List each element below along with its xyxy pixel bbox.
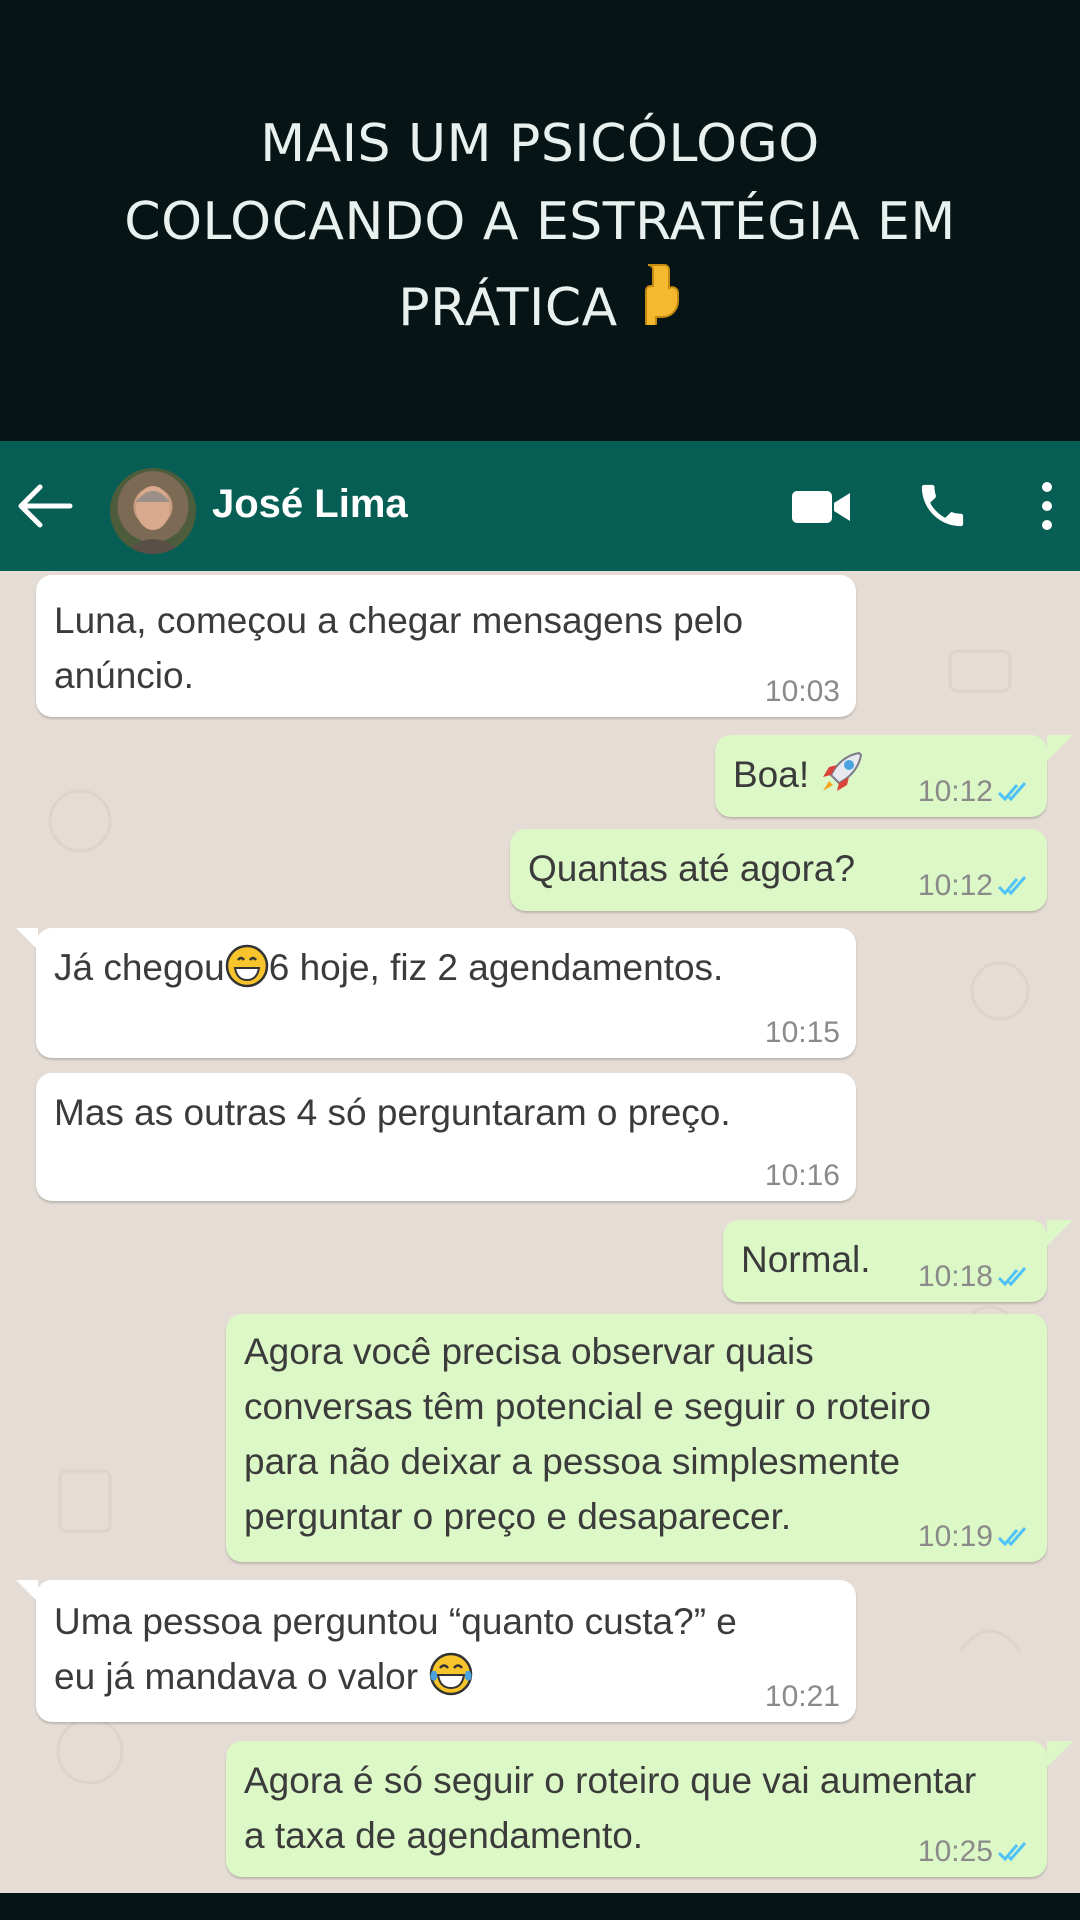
banner-line-2: COLOCANDO A ESTRATÉGIA EM <box>124 191 956 252</box>
phone-icon[interactable] <box>915 478 970 533</box>
bubble-tail <box>1047 1220 1073 1246</box>
message-time-text: 10:12 <box>917 775 993 808</box>
message-bubble-incoming[interactable]: Já chegou 6 hoje, fiz 2 agendamentos. 10… <box>16 928 856 1058</box>
message-text: anúncio. <box>54 655 194 696</box>
rocket-icon <box>819 749 865 810</box>
double-check-icon <box>997 1527 1027 1547</box>
message-time-text: 10:19 <box>917 1520 993 1553</box>
message-text: Uma pessoa perguntou “quanto custa?” e <box>54 1601 737 1642</box>
message-time: 10:16 <box>764 1159 840 1192</box>
double-check-icon <box>997 782 1027 802</box>
message-time: 10:12 <box>918 775 1033 809</box>
message-time: 10:12 <box>918 869 1033 903</box>
message-time-text: 10:25 <box>917 1835 993 1868</box>
message-bubble-incoming[interactable]: Mas as outras 4 só perguntaram o preço. … <box>36 1073 856 1201</box>
message-time: 10:25 <box>918 1835 1033 1869</box>
double-check-icon <box>997 1842 1027 1862</box>
message-time: 10:03 <box>764 675 840 708</box>
bubble-tail <box>16 928 38 950</box>
message-bubble-outgoing[interactable]: Boa! 10:12 <box>715 735 1073 817</box>
bubble-tail <box>1047 1741 1073 1767</box>
message-time: 10:21 <box>764 1680 840 1713</box>
video-call-icon[interactable] <box>790 481 854 531</box>
bottom-bar <box>0 1893 1080 1920</box>
message-text: a taxa de agendamento. <box>244 1815 644 1856</box>
double-check-icon <box>997 1267 1027 1287</box>
message-text: Luna, começou a chegar mensagens pelo <box>54 600 744 641</box>
grinning-face-icon <box>225 944 269 1003</box>
message-text: Agora é só seguir o roteiro que vai aume… <box>244 1760 977 1801</box>
banner-line-3-text: PRÁTICA <box>398 277 618 338</box>
message-text: conversas têm potencial e seguir o rotei… <box>244 1386 931 1427</box>
banner-line-1: MAIS UM PSICÓLOGO <box>260 113 820 174</box>
message-time: 10:18 <box>918 1260 1033 1294</box>
banner-title: MAIS UM PSICÓLOGO COLOCANDO A ESTRATÉGIA… <box>90 105 990 347</box>
back-arrow-icon[interactable] <box>14 481 74 531</box>
message-text: perguntar o preço e desaparecer. <box>244 1496 792 1537</box>
message-text: Mas as outras 4 só perguntaram o preço. <box>54 1092 731 1133</box>
message-text: 6 hoje, fiz 2 agendamentos. <box>268 947 724 988</box>
message-bubble-incoming[interactable]: Uma pessoa perguntou “quanto custa?” e e… <box>16 1580 856 1722</box>
more-vert-icon[interactable] <box>1036 479 1058 533</box>
banner-line-3: PRÁTICA <box>90 261 990 347</box>
message-text: eu já mandava o valor <box>54 1656 419 1697</box>
bubble-tail <box>1047 735 1073 761</box>
bubble-tail <box>16 1580 38 1602</box>
message-time: 10:15 <box>764 1016 840 1049</box>
message-bubble-outgoing[interactable]: Quantas até agora? 10:12 <box>510 829 1047 911</box>
message-text: Boa! <box>733 754 810 795</box>
message-bubble-outgoing[interactable]: Normal. 10:18 <box>723 1220 1073 1302</box>
message-bubble-outgoing[interactable]: Agora é só seguir o roteiro que vai aume… <box>226 1741 1073 1877</box>
promo-banner: MAIS UM PSICÓLOGO COLOCANDO A ESTRATÉGIA… <box>0 0 1080 441</box>
double-check-icon <box>997 876 1027 896</box>
message-time-text: 10:12 <box>917 869 993 902</box>
pointing-down-icon <box>630 261 682 347</box>
message-text: para não deixar a pessoa simplesmente <box>244 1441 901 1482</box>
message-text: Já chegou <box>54 947 225 988</box>
chat-header: José Lima <box>0 441 1080 571</box>
message-time-text: 10:18 <box>917 1260 993 1293</box>
chat-area[interactable]: Luna, começou a chegar mensagens pelo an… <box>0 571 1080 1893</box>
message-time: 10:19 <box>918 1520 1033 1554</box>
message-text: Agora você precisa observar quais <box>244 1331 814 1372</box>
message-bubble-outgoing[interactable]: Agora você precisa observar quais conver… <box>226 1314 1047 1562</box>
contact-name[interactable]: José Lima <box>212 479 408 529</box>
message-bubble-incoming[interactable]: Luna, começou a chegar mensagens pelo an… <box>36 575 856 717</box>
tears-of-joy-icon <box>428 1651 474 1712</box>
avatar[interactable] <box>110 468 196 554</box>
